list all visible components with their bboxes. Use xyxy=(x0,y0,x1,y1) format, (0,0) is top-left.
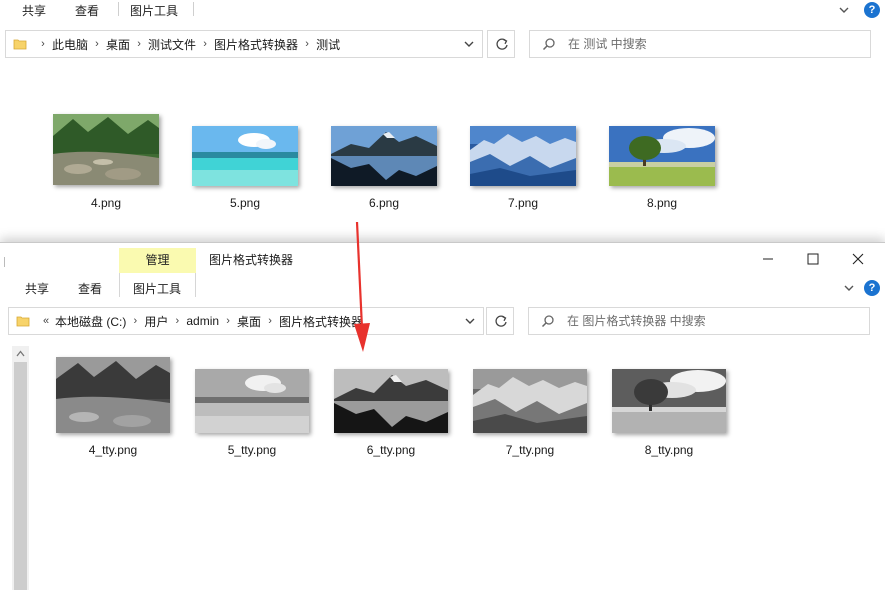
file-name: 6.png xyxy=(368,196,400,210)
tab-share[interactable]: 共享 xyxy=(25,280,49,297)
breadcrumb-chevron-icon: › xyxy=(175,315,180,327)
maximize-icon[interactable] xyxy=(803,249,823,269)
tab-picture-tools[interactable]: 图片工具 xyxy=(133,280,181,297)
breadcrumb-chevron-icon: › xyxy=(137,38,141,50)
file-name: 5_tty.png xyxy=(227,443,277,457)
file-name: 5.png xyxy=(229,196,261,210)
file-item[interactable]: 6.png xyxy=(314,114,454,214)
image-thumbnail xyxy=(53,114,159,185)
breadcrumb-item[interactable]: 测试 xyxy=(316,36,340,53)
breadcrumb-item[interactable]: 桌面 xyxy=(237,313,261,330)
file-name: 4_tty.png xyxy=(88,443,138,457)
close-icon[interactable] xyxy=(848,249,868,269)
tab-share[interactable]: 共享 xyxy=(22,2,46,19)
image-thumbnail xyxy=(473,369,587,433)
breadcrumb-chevron-icon: › xyxy=(133,315,138,327)
image-thumbnail xyxy=(192,126,298,186)
ribbon-expand-chevron-icon[interactable] xyxy=(840,279,858,297)
address-bar[interactable]: « 本地磁盘 (C:) › 用户 › admin › 桌面 › 图片格式转换器 xyxy=(8,307,484,335)
window-title: 图片格式转换器 xyxy=(209,253,294,267)
search-input[interactable] xyxy=(568,35,828,53)
search-box[interactable] xyxy=(528,307,870,335)
scroll-up-icon[interactable] xyxy=(16,350,25,357)
breadcrumb: › 此电脑 › 桌面 › 测试文件 › 图片格式转换器 › 测试 xyxy=(34,31,340,57)
explorer-window-test: 共享 查看 图片工具 ? › 此电脑 › 桌面 › 测试文件 › 图片格式转换器… xyxy=(0,0,885,242)
file-name: 6_tty.png xyxy=(366,443,416,457)
image-thumbnail xyxy=(470,126,576,186)
tab-view[interactable]: 查看 xyxy=(78,280,102,297)
image-thumbnail xyxy=(56,357,170,433)
file-name: 8_tty.png xyxy=(644,443,694,457)
file-item[interactable]: 7_tty.png xyxy=(460,357,600,461)
tab-manage[interactable]: 管理 xyxy=(119,248,196,273)
breadcrumb-item[interactable]: 此电脑 xyxy=(52,36,88,53)
breadcrumb-overflow-icon[interactable]: « xyxy=(37,315,55,327)
file-item[interactable]: 4.png xyxy=(36,114,176,214)
file-item[interactable]: 5.png xyxy=(175,114,315,214)
file-name: 8.png xyxy=(646,196,678,210)
breadcrumb-chevron-icon: › xyxy=(226,315,230,327)
address-bar[interactable]: › 此电脑 › 桌面 › 测试文件 › 图片格式转换器 › 测试 xyxy=(5,30,483,58)
folder-icon xyxy=(13,39,27,50)
breadcrumb: « 本地磁盘 (C:) › 用户 › admin › 桌面 › 图片格式转换器 xyxy=(37,308,363,334)
explorer-window-converter: 管理 图片格式转换器 共享 查看 图片工具 ? « 本地磁盘 (C:) › 用户… xyxy=(0,242,885,590)
chevron-down-icon[interactable] xyxy=(463,314,477,328)
breadcrumb-item[interactable]: 图片格式转换器 xyxy=(214,36,298,53)
search-icon xyxy=(541,315,554,328)
help-icon[interactable]: ? xyxy=(864,2,880,18)
file-item[interactable]: 7.png xyxy=(453,114,593,214)
refresh-icon xyxy=(495,315,507,327)
breadcrumb-item[interactable]: 用户 xyxy=(144,313,168,330)
refresh-button[interactable] xyxy=(487,30,515,58)
scrollbar-thumb[interactable] xyxy=(14,362,27,590)
minimize-icon[interactable] xyxy=(758,249,778,269)
breadcrumb-chevron-icon: › xyxy=(305,38,309,50)
breadcrumb-item[interactable]: 桌面 xyxy=(106,36,130,53)
quick-access-marker-icon xyxy=(4,257,5,267)
image-thumbnail xyxy=(612,369,726,433)
breadcrumb-chevron-icon: › xyxy=(41,38,45,50)
image-thumbnail xyxy=(331,126,437,186)
breadcrumb-item[interactable]: admin xyxy=(186,314,219,328)
breadcrumb-chevron-icon: › xyxy=(203,38,207,50)
breadcrumb-chevron-icon: › xyxy=(268,315,272,327)
breadcrumb-chevron-icon: › xyxy=(95,38,99,50)
image-thumbnail xyxy=(334,369,448,433)
search-icon xyxy=(542,38,555,51)
vertical-scrollbar[interactable] xyxy=(12,346,29,590)
image-thumbnail xyxy=(195,369,309,433)
breadcrumb-item[interactable]: 本地磁盘 (C:) xyxy=(55,313,126,330)
chevron-down-icon[interactable] xyxy=(462,37,476,51)
tab-separator xyxy=(193,2,194,16)
file-item[interactable]: 5_tty.png xyxy=(182,357,322,461)
folder-icon xyxy=(16,316,30,327)
breadcrumb-item[interactable]: 测试文件 xyxy=(148,36,196,53)
tab-separator xyxy=(118,2,119,16)
tab-picture-tools[interactable]: 图片工具 xyxy=(130,2,178,19)
search-box[interactable] xyxy=(529,30,871,58)
breadcrumb-item[interactable]: 图片格式转换器 xyxy=(279,313,363,330)
file-item[interactable]: 4_tty.png xyxy=(43,357,183,461)
help-icon[interactable]: ? xyxy=(864,280,880,296)
file-name: 7.png xyxy=(507,196,539,210)
file-name: 4.png xyxy=(90,196,122,210)
refresh-icon xyxy=(496,38,508,50)
tab-view[interactable]: 查看 xyxy=(75,2,99,19)
ribbon-expand-chevron-icon[interactable] xyxy=(835,1,853,19)
image-thumbnail xyxy=(609,126,715,186)
file-item[interactable]: 8.png xyxy=(592,114,732,214)
file-item[interactable]: 6_tty.png xyxy=(321,357,461,461)
search-input[interactable] xyxy=(567,312,827,330)
file-name: 7_tty.png xyxy=(505,443,555,457)
refresh-button[interactable] xyxy=(486,307,514,335)
file-item[interactable]: 8_tty.png xyxy=(599,357,739,461)
